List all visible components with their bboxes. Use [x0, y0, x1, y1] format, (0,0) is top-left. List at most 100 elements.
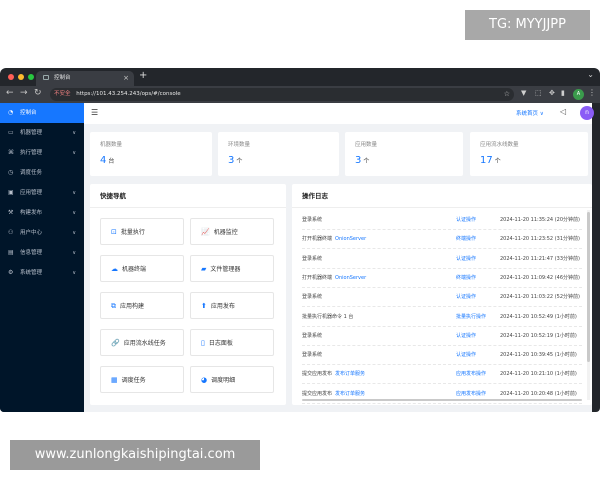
stat-card-environments: 环境数量 3个 — [218, 132, 339, 176]
sidebar-item[interactable]: ◔ 控制台 — [0, 103, 84, 123]
batch-execute-icon: ⊡ — [111, 228, 117, 236]
sidepanel-icon[interactable]: ▮ — [561, 89, 565, 97]
new-tab-button[interactable]: + — [139, 70, 147, 81]
chevron-down-icon: ∨ — [72, 130, 76, 136]
sidebar-item-label: 机器管理 — [20, 130, 43, 136]
menu-toggle-icon[interactable]: ☰ — [91, 108, 98, 117]
window-maximize-button[interactable] — [28, 74, 34, 80]
monitor-icon: ▭ — [8, 129, 14, 136]
build-blocks-icon: ⧉ — [111, 302, 116, 310]
reload-icon[interactable]: ↻ — [34, 88, 42, 98]
quick-nav-button[interactable]: 🔗 应用流水线任务 — [100, 329, 184, 356]
log-row: 登录系统 认证操作 2024-11-20 11:21:47 (33分钟前) — [302, 250, 582, 269]
log-target-link[interactable]: 发布订单服务 — [335, 391, 365, 397]
quick-nav-button-label: 文件管理器 — [210, 266, 241, 273]
tg-overlay-label: TG: MYYJJPP — [465, 10, 590, 40]
chevron-down-icon: ∨ — [72, 270, 76, 276]
app-icon: ▣ — [8, 189, 14, 196]
log-action-text: 登录系统 — [302, 255, 323, 262]
bookmark-star-icon[interactable]: ☆ — [504, 88, 510, 101]
monitor-chart-icon: 📈 — [201, 228, 210, 236]
quick-nav-button[interactable]: ▯ 日志面板 — [190, 329, 274, 356]
log-action-text: 批量执行机器命令 1 台 — [302, 313, 354, 320]
log-action-text: 登录系统 — [302, 332, 323, 339]
log-target-link[interactable]: OnionServer — [335, 275, 366, 281]
log-time: 2024-11-20 10:21:10 (1小时前) — [500, 371, 577, 378]
stat-value: 3 — [228, 155, 235, 166]
sidebar-item[interactable]: ◷ 调度任务 — [0, 163, 84, 183]
stat-value: 4 — [100, 155, 107, 166]
browser-tab[interactable]: 控制台 × — [36, 71, 134, 86]
sidebar-item[interactable]: ⚙ 系统管理 ∨ — [0, 263, 84, 283]
extension-icon[interactable]: ▼ — [521, 89, 526, 97]
log-type: 认证操作 — [456, 332, 477, 339]
log-action: 登录系统 — [302, 211, 322, 230]
system-icon: ⚙ — [8, 269, 14, 276]
quick-nav-button-label: 调度明细 — [211, 377, 236, 384]
insecure-warning-label[interactable]: 不安全 — [54, 91, 71, 97]
log-target-link[interactable]: OnionServer — [335, 236, 366, 242]
browser-profile-avatar[interactable]: A — [573, 89, 584, 100]
user-avatar[interactable]: n — [580, 106, 594, 120]
window-minimize-button[interactable] — [18, 74, 24, 80]
quick-nav-button[interactable]: ⬆ 应用发布 — [190, 292, 274, 319]
log-target-link[interactable]: 发布订单服务 — [335, 371, 365, 377]
chevron-down-icon: ∨ — [72, 250, 76, 256]
tab-bar: 控制台 × + ⌄ — [0, 68, 600, 86]
stat-unit: 个 — [363, 158, 370, 165]
browser-menu-icon[interactable]: ⋮ — [588, 88, 596, 97]
log-row: 打开机器终端 OnionServer 终端操作 2024-11-20 11:09:42… — [302, 269, 582, 288]
window-close-button[interactable] — [8, 74, 14, 80]
sidebar-item-label: 应用管理 — [20, 190, 43, 196]
quick-nav-button-label: 机器终端 — [122, 266, 147, 273]
quick-nav-button[interactable]: ☁ 机器终端 — [100, 255, 184, 282]
url-text: https://101.43.254.243/ops/#/console — [76, 91, 181, 97]
log-time: 2024-11-20 11:21:47 (33分钟前) — [500, 255, 580, 262]
build-icon: ⚒ — [8, 209, 14, 216]
sidebar: ◔ 控制台 ▭ 机器管理 ∨ ⌘ 执行管理 ∨ ◷ 调度任务 ▣ 应用管理 ∨ ⚒ 构建发布 ∨ ⚇ 用户中心 ∨ ▤… — [0, 103, 84, 412]
folder-icon: ▰ — [201, 265, 207, 273]
close-tab-icon[interactable]: × — [123, 71, 129, 86]
stat-unit: 台 — [108, 158, 115, 165]
quick-nav-button[interactable]: ⧉ 应用构建 — [100, 292, 184, 319]
stat-label: 应用数量 — [355, 142, 378, 148]
cloud-terminal-icon: ☁ — [111, 265, 118, 273]
sidebar-item[interactable]: ⌘ 执行管理 ∨ — [0, 143, 84, 163]
log-horizontal-scrollbar[interactable] — [302, 399, 582, 401]
extensions-puzzle-icon[interactable]: ✥ — [549, 89, 555, 97]
notification-icon[interactable]: ◁ — [560, 107, 566, 116]
quick-nav-button[interactable]: ▰ 文件管理器 — [190, 255, 274, 282]
sidebar-item[interactable]: ▤ 信息管理 ∨ — [0, 243, 84, 263]
log-time: 2024-11-20 10:52:49 (1小时前) — [500, 313, 577, 320]
back-arrow-icon[interactable]: ← — [6, 88, 14, 98]
log-scrollbar[interactable] — [587, 212, 590, 362]
log-row: 登录系统 认证操作 2024-11-20 11:35:24 (20分钟前) — [302, 211, 582, 230]
system-home-dropdown[interactable]: 系统首页 ∨ — [516, 109, 544, 117]
sidebar-item[interactable]: ⚇ 用户中心 ∨ — [0, 223, 84, 243]
log-action: 登录系统 — [302, 250, 322, 269]
quick-nav-button[interactable]: 📈 机器监控 — [190, 218, 274, 245]
log-action: 批量执行机器命令 1 台 — [302, 308, 353, 327]
main-content: ☰ 系统首页 ∨ ◁ n 机器数量 4台 环境数量 3个 应用数量 3个 应用流… — [84, 103, 594, 412]
forward-arrow-icon[interactable]: → — [20, 88, 28, 98]
log-action: 打开机器终端 OnionServer — [302, 230, 366, 249]
quick-nav-button-label: 应用构建 — [120, 303, 145, 310]
quick-nav-button[interactable]: ▦ 调度任务 — [100, 366, 184, 393]
gauge-icon: ◕ — [201, 376, 208, 384]
log-action-text: 打开机器终端 — [302, 236, 333, 243]
sidebar-item[interactable]: ▭ 机器管理 ∨ — [0, 123, 84, 143]
quick-nav-button[interactable]: ⊡ 批量执行 — [100, 218, 184, 245]
stat-value: 17 — [480, 155, 493, 166]
sidebar-item[interactable]: ▣ 应用管理 ∨ — [0, 183, 84, 203]
log-row: 批量执行机器命令 1 台 批量执行操作 2024-11-20 10:52:49 (1… — [302, 308, 582, 327]
url-field[interactable]: 不安全 https://101.43.254.243/ops/#/console… — [50, 88, 514, 101]
log-time: 2024-11-20 11:03:22 (52分钟前) — [500, 294, 580, 301]
stat-unit: 个 — [494, 158, 501, 165]
log-row: 打开机器终端 OnionServer 终端操作 2024-11-20 11:23:52… — [302, 230, 582, 250]
tab-list-chevron-icon[interactable]: ⌄ — [587, 70, 594, 79]
chevron-down-icon: ∨ — [72, 190, 76, 196]
sidebar-item-label: 执行管理 — [20, 150, 43, 156]
quick-nav-button[interactable]: ◕ 调度明细 — [190, 366, 274, 393]
tab-search-icon[interactable]: ⬚ — [535, 89, 542, 97]
sidebar-item[interactable]: ⚒ 构建发布 ∨ — [0, 203, 84, 223]
